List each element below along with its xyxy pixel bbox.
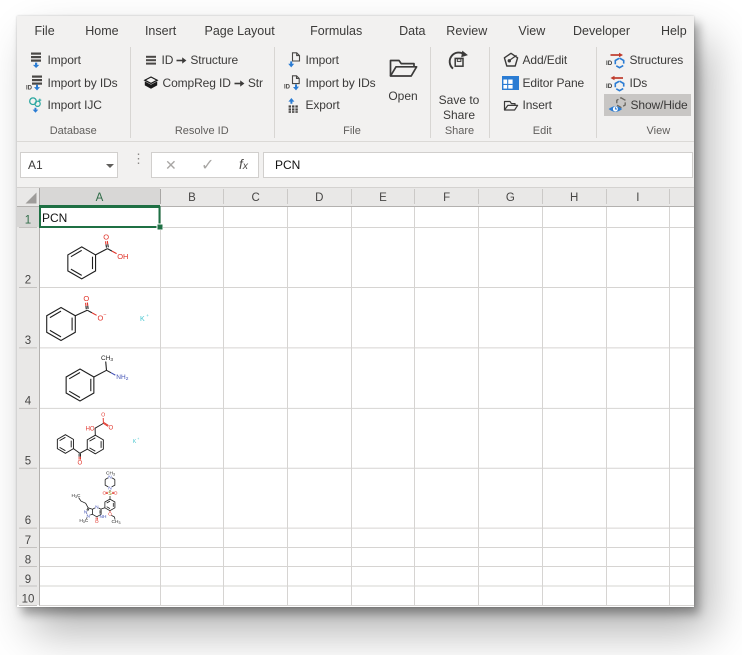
svg-text:K: K <box>140 316 145 323</box>
svg-text:O: O <box>108 426 113 432</box>
svg-text:ID: ID <box>606 83 613 90</box>
svg-text:H: H <box>570 192 578 204</box>
svg-text:O: O <box>108 511 112 517</box>
svg-text:O: O <box>83 294 89 303</box>
svg-text:ID: ID <box>284 85 291 91</box>
svg-text:7: 7 <box>25 535 31 547</box>
svg-text:D: D <box>315 192 323 204</box>
svg-text:−: − <box>103 312 106 318</box>
svg-text:A: A <box>96 192 104 204</box>
svg-text:OH: OH <box>117 252 128 261</box>
svg-text:H3C: H3C <box>79 518 88 524</box>
svg-text:+: + <box>137 437 139 441</box>
svg-text:S: S <box>108 491 112 497</box>
svg-text:4: 4 <box>25 396 32 408</box>
svg-text:N: N <box>95 505 99 511</box>
svg-text:O: O <box>103 491 107 497</box>
svg-text:F: F <box>443 192 450 204</box>
svg-text:3: 3 <box>25 335 31 347</box>
svg-text:O: O <box>101 413 105 419</box>
svg-text:B: B <box>188 192 196 204</box>
svg-text:5: 5 <box>25 456 31 468</box>
svg-text:2: 2 <box>25 275 31 287</box>
svg-text:9: 9 <box>25 574 31 586</box>
svg-text:O: O <box>95 519 99 525</box>
svg-text:HO: HO <box>86 426 95 432</box>
svg-text:NH: NH <box>100 514 107 520</box>
svg-text:O: O <box>103 233 109 242</box>
svg-text:E: E <box>379 192 387 204</box>
svg-text:1: 1 <box>25 214 31 226</box>
svg-text:10: 10 <box>22 594 35 606</box>
svg-text:6: 6 <box>25 515 31 527</box>
svg-text:I: I <box>636 192 639 204</box>
svg-text:G: G <box>506 192 515 204</box>
svg-text:PCN: PCN <box>42 211 67 225</box>
svg-text:ID: ID <box>606 60 613 67</box>
svg-text:C: C <box>251 192 259 204</box>
svg-text:O: O <box>77 461 82 467</box>
svg-text:+: + <box>146 313 149 318</box>
svg-text:O: O <box>114 491 118 497</box>
svg-text:8: 8 <box>25 555 31 567</box>
svg-text:H3C: H3C <box>72 493 81 499</box>
svg-text:ID: ID <box>26 86 33 92</box>
